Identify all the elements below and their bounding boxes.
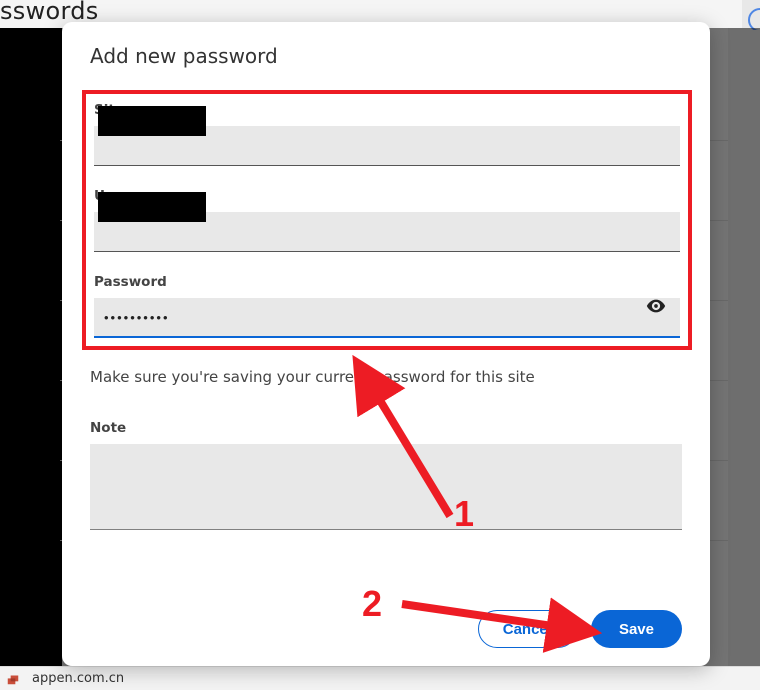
site-field-wrap: Site	[94, 102, 680, 166]
password-field-wrap: Password	[94, 274, 680, 338]
site-input[interactable]	[94, 126, 680, 166]
username-field-wrap: Username	[94, 188, 680, 252]
cancel-button[interactable]: Cancel	[478, 610, 577, 648]
site-icon	[6, 672, 20, 686]
dialog-title: Add new password	[90, 44, 682, 68]
note-label: Note	[90, 420, 682, 436]
save-button[interactable]: Save	[591, 610, 682, 648]
annotation-number-2: 2	[362, 583, 382, 624]
status-bar-text: appen.com.cn	[32, 671, 124, 686]
username-input[interactable]	[94, 212, 680, 252]
highlight-annotation-box: Site Username Password	[82, 90, 692, 350]
username-label: Username	[94, 188, 680, 204]
password-input[interactable]	[94, 298, 680, 338]
site-label: Site	[94, 102, 680, 118]
dialog-button-row: Cancel Save	[478, 610, 682, 648]
password-label: Password	[94, 274, 680, 290]
avatar	[742, 0, 760, 30]
eye-icon[interactable]	[640, 290, 672, 322]
note-field-wrap: Note	[90, 420, 682, 534]
note-input[interactable]	[90, 444, 682, 530]
status-bar: appen.com.cn	[0, 666, 760, 690]
password-hint: Make sure you're saving your current pas…	[90, 368, 682, 386]
add-password-dialog: Add new password Site Username Password …	[62, 22, 710, 666]
eye-icon-svg	[645, 295, 667, 317]
